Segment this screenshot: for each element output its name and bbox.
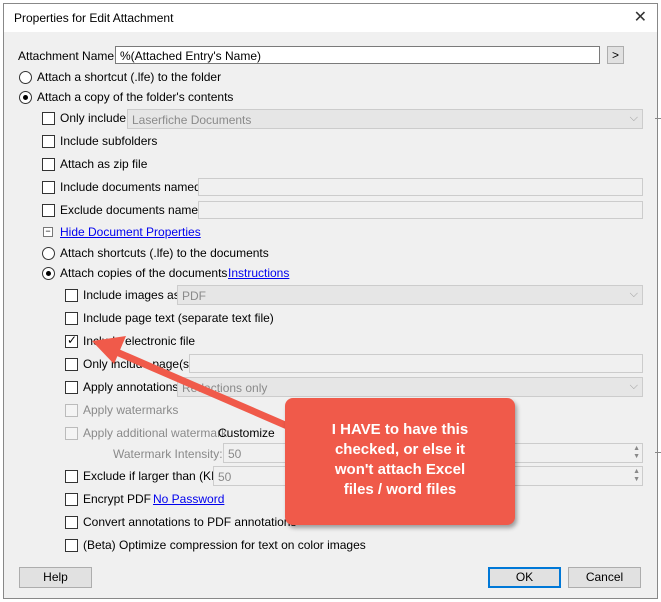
annotation-callout: I HAVE to have this checked, or else it … bbox=[285, 398, 515, 525]
callout-text: I HAVE to have this checked, or else it … bbox=[331, 421, 469, 498]
